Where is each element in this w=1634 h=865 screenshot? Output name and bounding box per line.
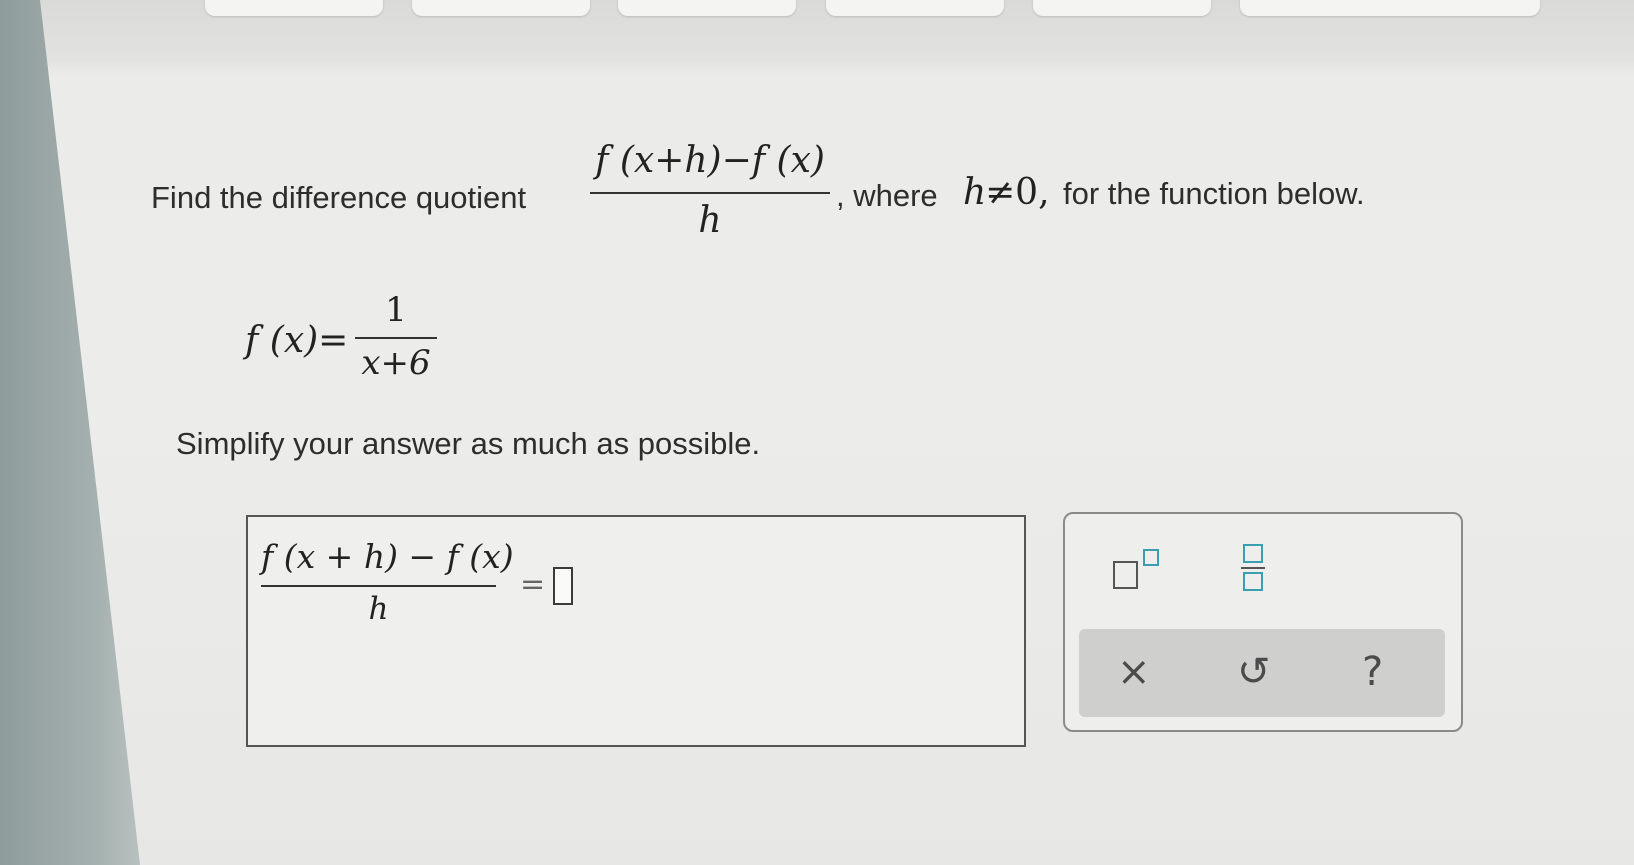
top-tab[interactable]	[1240, 0, 1540, 16]
action-bar: × ↺ ?	[1079, 629, 1445, 717]
top-tab[interactable]	[826, 0, 1004, 16]
top-tab[interactable]	[205, 0, 383, 16]
quotient-denominator: h	[698, 200, 722, 241]
difference-quotient-fraction: f (x+h)−f (x) h	[590, 140, 830, 250]
superscript-template-icon[interactable]	[1110, 544, 1170, 594]
answer-input[interactable]	[553, 567, 573, 605]
fraction-bar	[355, 337, 437, 339]
help-icon[interactable]: ?	[1362, 649, 1383, 695]
fraction-template-icon[interactable]	[1235, 539, 1275, 599]
function-denominator: x+6	[361, 343, 431, 383]
answer-denominator: h	[368, 591, 389, 627]
function-fraction: 1 x+6	[355, 290, 437, 383]
function-numerator: 1	[385, 290, 407, 330]
answer-fraction: f (x + h) − f (x) h	[261, 537, 514, 632]
undo-icon[interactable]: ↺	[1237, 649, 1271, 695]
fraction-bar	[590, 192, 830, 194]
top-tab[interactable]	[1033, 0, 1211, 16]
where-text: , where	[836, 178, 938, 213]
question-trailing: for the function below.	[1063, 176, 1365, 211]
function-lhs: f (x)=	[245, 320, 349, 361]
answer-numerator: f (x + h) − f (x)	[261, 537, 514, 576]
equals-sign: =	[520, 567, 546, 602]
top-tab[interactable]	[618, 0, 796, 16]
math-tool-panel: × ↺ ?	[1063, 512, 1463, 732]
top-tab[interactable]	[412, 0, 590, 16]
quotient-numerator: f (x+h)−f (x)	[595, 140, 825, 181]
h-variable: h	[963, 172, 987, 213]
fraction-bar	[261, 585, 496, 587]
instruction-text: Simplify your answer as much as possible…	[176, 426, 761, 461]
neq-zero: ≠0,	[985, 172, 1050, 213]
answer-box[interactable]: f (x + h) − f (x) h =	[246, 515, 1026, 747]
top-tab-strip	[190, 0, 1634, 18]
clear-icon[interactable]: ×	[1117, 649, 1151, 695]
question-intro: Find the difference quotient	[151, 180, 527, 215]
